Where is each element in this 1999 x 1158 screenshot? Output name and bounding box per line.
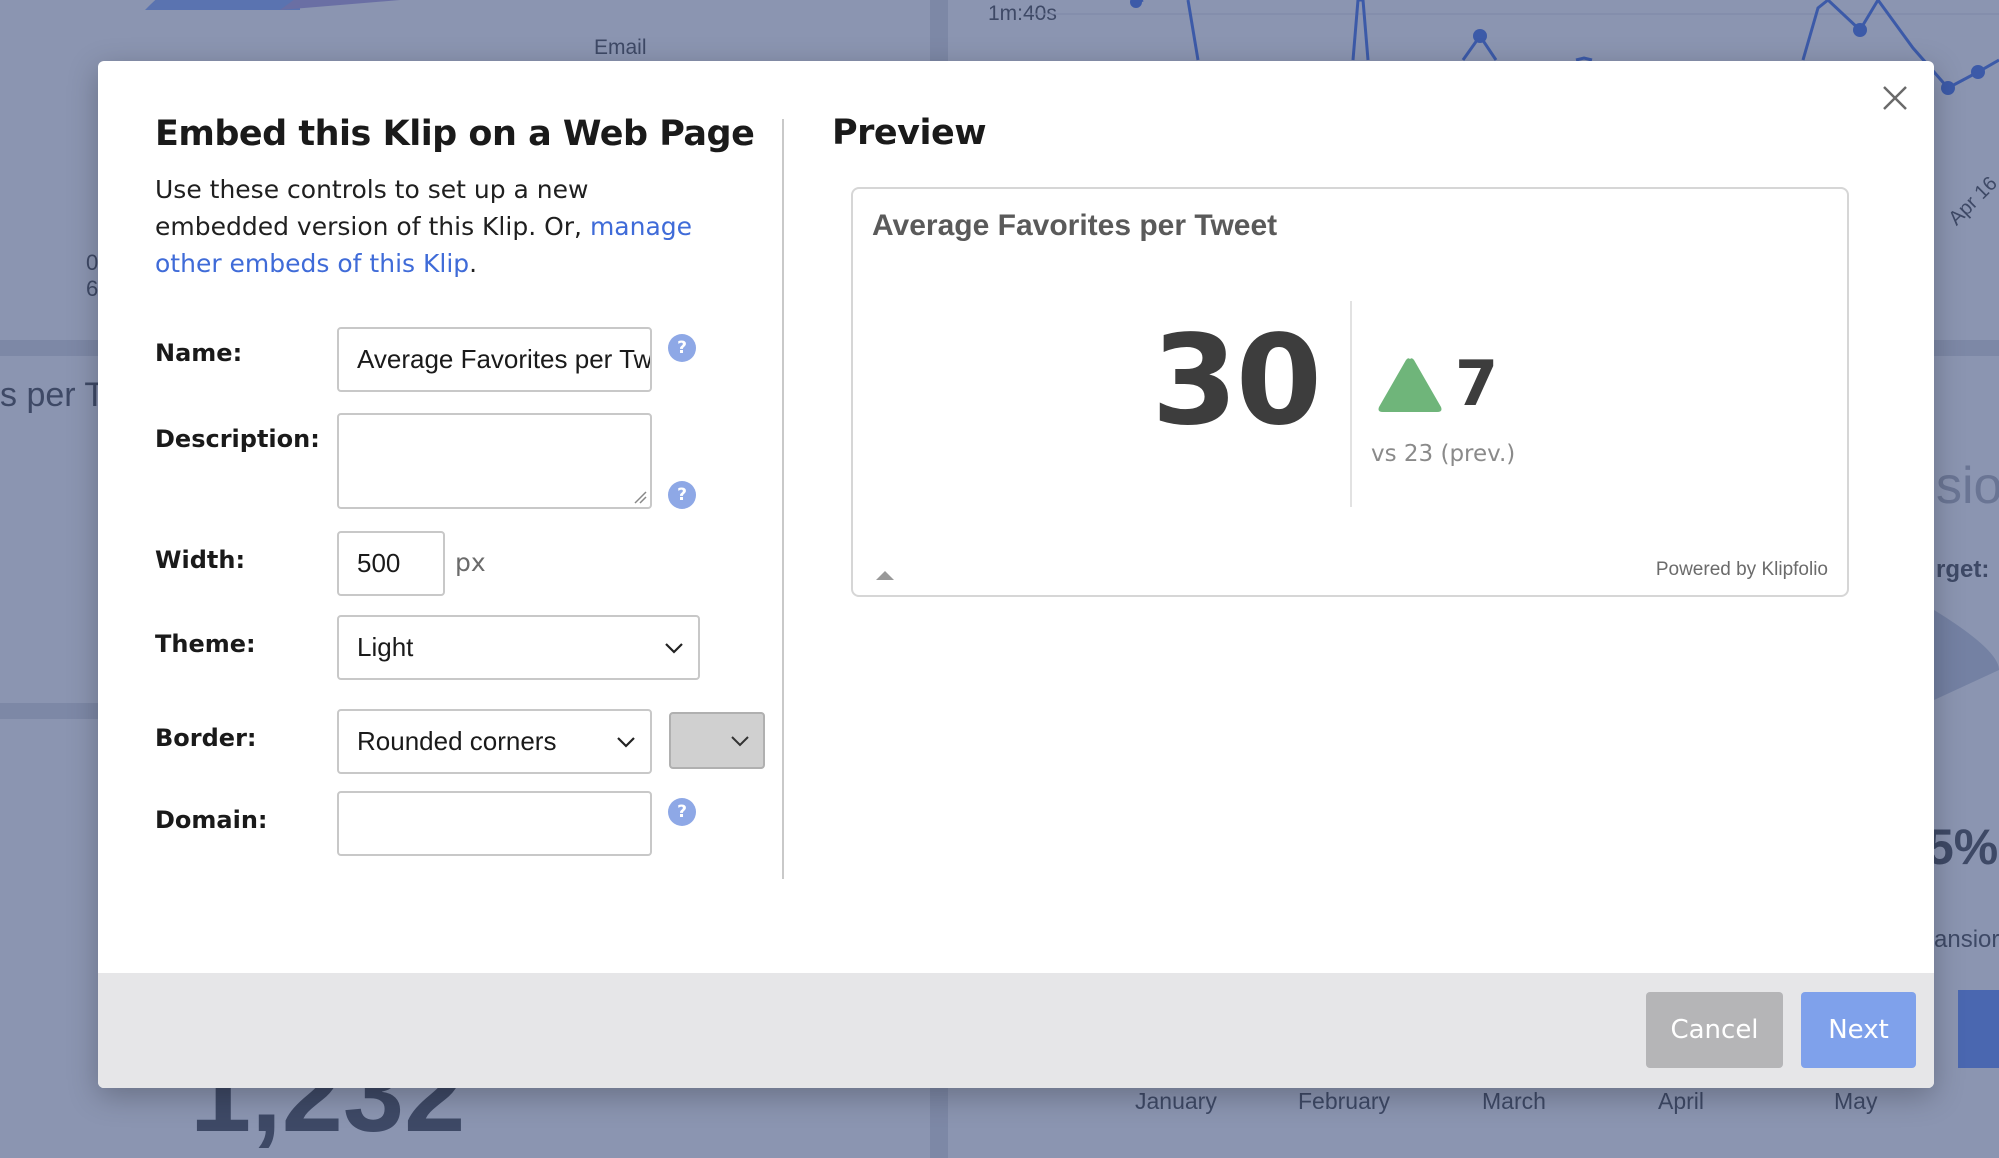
help-icon[interactable]: ? bbox=[668, 334, 696, 362]
domain-input[interactable] bbox=[337, 791, 652, 856]
width-unit-label: px bbox=[455, 548, 486, 577]
help-icon[interactable]: ? bbox=[668, 481, 696, 509]
description-label: Description: bbox=[155, 425, 320, 453]
bg-percent: 5% bbox=[1926, 819, 1999, 875]
theme-select[interactable]: Light bbox=[337, 615, 700, 680]
bg-month-axis: January February March April May bbox=[1100, 1088, 1900, 1118]
triangle-up-icon bbox=[1378, 358, 1442, 412]
help-icon[interactable]: ? bbox=[668, 798, 696, 826]
border-label: Border: bbox=[155, 724, 257, 752]
border-select-value: Rounded corners bbox=[357, 726, 557, 756]
bg-left-digit-2: 6 bbox=[86, 276, 99, 301]
collapse-triangle-icon[interactable] bbox=[875, 570, 895, 581]
dialog-title: Embed this Klip on a Web Page bbox=[155, 114, 755, 154]
chevron-down-icon bbox=[617, 736, 635, 748]
close-icon bbox=[1883, 86, 1907, 110]
name-input[interactable]: Average Favorites per Tweet bbox=[337, 327, 652, 392]
chevron-down-icon bbox=[731, 735, 749, 746]
metric-separator bbox=[1350, 301, 1352, 507]
bg-month-label: April bbox=[1658, 1088, 1705, 1114]
next-button[interactable]: Next bbox=[1801, 992, 1916, 1068]
bg-email-label: Email bbox=[594, 36, 647, 59]
domain-label: Domain: bbox=[155, 806, 268, 834]
intro-text: Use these controls to set up a new embed… bbox=[155, 171, 715, 282]
metric-delta: 7 bbox=[1455, 347, 1499, 420]
cancel-button[interactable]: Cancel bbox=[1646, 992, 1783, 1068]
bg-month-label: January bbox=[1135, 1088, 1217, 1114]
dialog-footer: Cancel Next bbox=[98, 973, 1934, 1088]
preview-heading: Preview bbox=[832, 113, 987, 153]
column-separator bbox=[782, 119, 784, 879]
border-color-picker[interactable] bbox=[669, 712, 765, 769]
bg-month-label: May bbox=[1834, 1088, 1878, 1114]
bg-gauge-fragment bbox=[1934, 610, 1999, 700]
powered-by-label: Powered by Klipfolio bbox=[1655, 559, 1828, 580]
bg-target-label: rget: bbox=[1936, 556, 1990, 583]
name-label: Name: bbox=[155, 339, 243, 367]
bg-date-fragment: Apr 16 bbox=[1944, 172, 1999, 230]
width-label: Width: bbox=[155, 546, 246, 574]
resize-handle-icon[interactable] bbox=[631, 488, 647, 504]
bg-bar-fragment bbox=[1958, 990, 1999, 1068]
intro-text-end: . bbox=[469, 249, 478, 278]
embed-settings-column: Embed this Klip on a Web Page Use these … bbox=[155, 113, 755, 282]
description-textarea[interactable] bbox=[337, 413, 652, 509]
embed-klip-dialog: Embed this Klip on a Web Page Use these … bbox=[98, 61, 1934, 1088]
bg-horizontal-divider-left-2 bbox=[0, 703, 98, 719]
intro-text-body: Use these controls to set up a new embed… bbox=[155, 175, 590, 241]
bg-month-label: February bbox=[1298, 1088, 1391, 1114]
metric-previous: vs 23 (prev.) bbox=[1371, 441, 1516, 467]
bg-month-label: March bbox=[1482, 1088, 1546, 1114]
bg-expansion: ansior bbox=[1934, 926, 1999, 953]
chevron-down-icon bbox=[665, 642, 683, 654]
bg-horizontal-divider-right bbox=[1934, 340, 1999, 356]
klip-preview: Average Favorites per Tweet 30 7 vs 23 (… bbox=[851, 187, 1849, 597]
width-input[interactable]: 500 bbox=[337, 531, 445, 596]
close-button[interactable] bbox=[1878, 81, 1912, 115]
bg-left-digit-1: 0 bbox=[86, 250, 99, 275]
bg-right-title: sior bbox=[1936, 457, 1999, 515]
metric-value: 30 bbox=[1151, 309, 1322, 453]
klip-title: Average Favorites per Tweet bbox=[872, 209, 1278, 242]
border-style-select[interactable]: Rounded corners bbox=[337, 709, 652, 774]
pie-chart-background bbox=[145, 0, 400, 10]
theme-label: Theme: bbox=[155, 630, 256, 658]
theme-select-value: Light bbox=[357, 632, 414, 662]
bg-left-card-title: s per T bbox=[0, 376, 106, 414]
